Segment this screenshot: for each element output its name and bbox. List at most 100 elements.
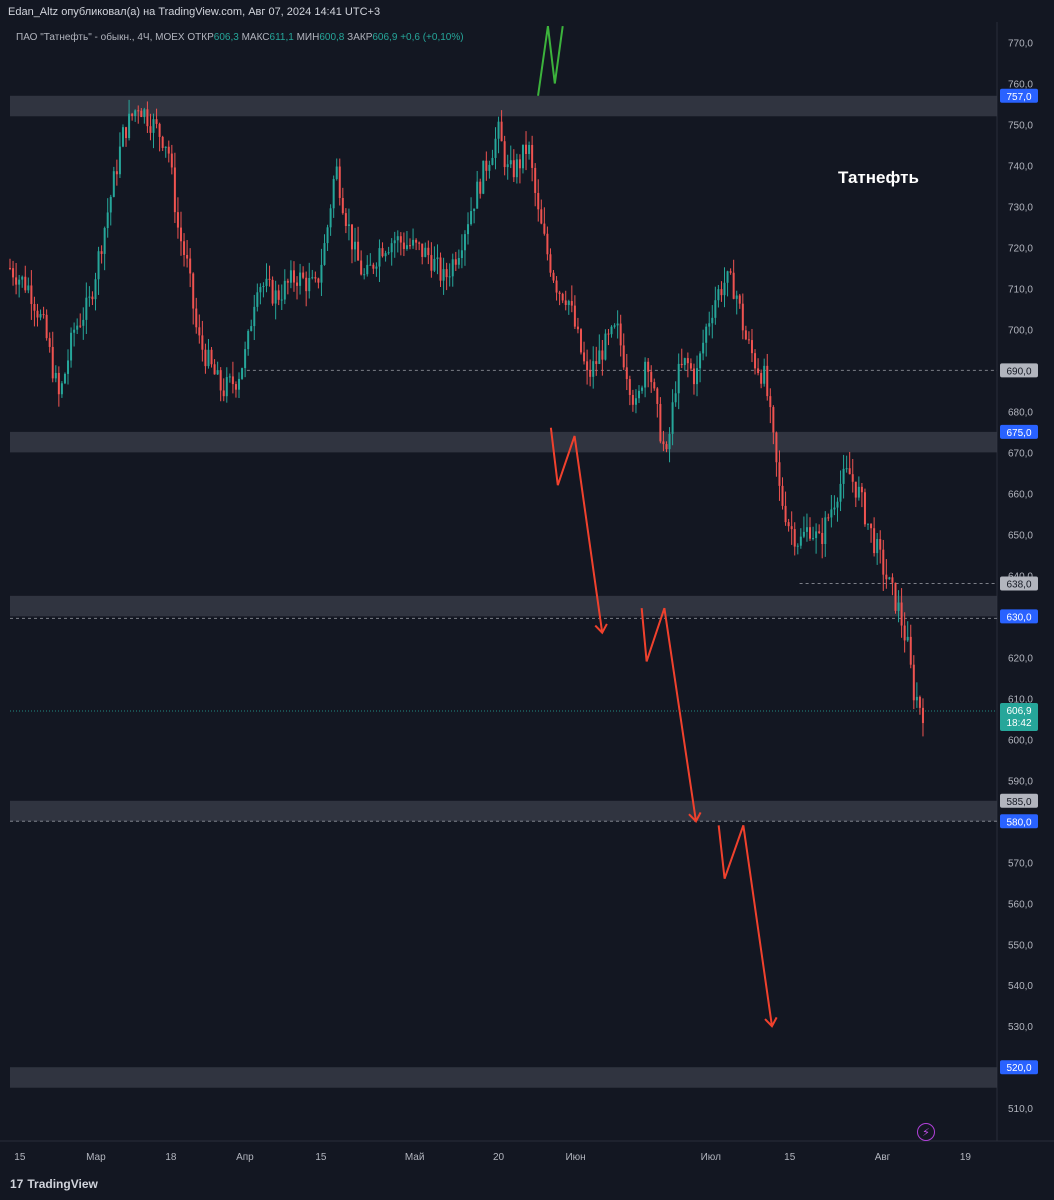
candle-body	[912, 664, 915, 701]
candle-body	[63, 373, 66, 384]
candle-body	[366, 264, 369, 275]
candle-body	[445, 269, 448, 278]
candle-body	[598, 350, 601, 364]
candle-body	[280, 299, 283, 301]
candle-body	[531, 144, 534, 168]
candle-body	[326, 227, 329, 244]
candle-body	[302, 272, 305, 278]
candle-body	[15, 277, 18, 285]
candle-body	[375, 266, 378, 269]
candle-body	[665, 444, 668, 450]
candle-body	[537, 192, 540, 210]
zone-4	[10, 1067, 997, 1088]
candle-body	[231, 376, 234, 385]
candle-body	[85, 297, 88, 320]
candle-body	[347, 224, 350, 227]
candle-body	[512, 160, 515, 178]
candle-body	[656, 388, 659, 404]
candle-body	[534, 167, 537, 193]
price-chart[interactable]: 510,0 520,0 530,0 540,0 550,0 560,0 570,0 580,0…	[0, 22, 1054, 1170]
tv-logo-icon: 17	[10, 1177, 24, 1191]
candle-body	[283, 280, 286, 300]
candle-body	[662, 441, 665, 445]
tradingview-logo[interactable]: 17 TradingView	[10, 1177, 98, 1191]
candle-body	[179, 227, 182, 242]
candle-body	[671, 402, 674, 434]
candle-body	[714, 300, 717, 318]
candle-body	[488, 164, 491, 171]
candle-body	[830, 509, 833, 518]
candle-body	[408, 245, 411, 247]
candle-body	[176, 212, 179, 228]
level-label-text: 638,0	[1006, 580, 1031, 591]
candle-body	[222, 390, 225, 397]
current-price-text: 606,9	[1006, 706, 1031, 717]
candle-body	[39, 314, 42, 318]
candle-body	[870, 523, 873, 529]
candle-body	[97, 251, 100, 280]
candle-body	[299, 272, 302, 286]
candle-body	[842, 468, 845, 484]
candle-body	[674, 393, 677, 403]
candle-body	[543, 223, 546, 234]
candle-body	[815, 531, 818, 539]
candle-body	[198, 327, 201, 336]
candle-body	[250, 326, 253, 331]
candle-body	[634, 398, 637, 405]
legend-change: +0,6 (+0,10%)	[400, 32, 464, 43]
candle-body	[778, 462, 781, 486]
candle-body	[241, 368, 244, 379]
annotation-title: Татнефть	[838, 168, 919, 187]
candle-body	[854, 481, 857, 498]
candle-body	[234, 384, 237, 390]
candle-body	[57, 372, 60, 395]
candle-body	[433, 258, 436, 271]
candle-body	[149, 126, 152, 133]
candle-body	[586, 361, 589, 371]
candle-body	[528, 144, 531, 154]
candle-body	[54, 372, 57, 379]
candle-body	[390, 243, 393, 253]
candle-body	[296, 282, 299, 286]
candle-body	[36, 310, 39, 318]
lightning-icon[interactable]: ⚡	[917, 1123, 935, 1141]
candle-body	[350, 224, 353, 250]
candle-body	[118, 146, 121, 175]
candle-body	[921, 707, 924, 724]
candle-body	[454, 259, 457, 265]
candle-body	[418, 242, 421, 244]
projection-arrow-red-1	[640, 607, 697, 822]
candle-body	[427, 247, 430, 256]
candle-body	[82, 319, 85, 326]
candle-body	[277, 290, 280, 300]
candle-body	[876, 539, 879, 554]
candle-body	[515, 159, 518, 178]
candle-body	[509, 160, 512, 165]
candle-body	[467, 224, 470, 235]
candle-body	[259, 287, 262, 293]
candle-body	[607, 333, 610, 335]
y-tick-label: 510,0	[1008, 1104, 1033, 1115]
candle-body	[372, 264, 375, 269]
projection-arrow-red-2	[717, 825, 773, 1027]
candle-body	[906, 636, 909, 641]
y-tick-label: 700,0	[1008, 325, 1033, 336]
symbol-legend: ПАО "Татнефть" - обыкн., 4Ч, MOEX ОТКР60…	[16, 32, 464, 43]
candle-body	[146, 109, 149, 127]
legend-high-value: 611,1	[269, 32, 294, 43]
legend-low-value: 600,8	[319, 32, 345, 43]
candle-body	[604, 333, 607, 360]
candle-body	[689, 363, 692, 369]
candle-body	[561, 293, 564, 301]
candle-body	[317, 278, 320, 283]
candle-body	[109, 196, 112, 213]
candle-body	[45, 314, 48, 339]
candle-body	[405, 245, 408, 249]
y-tick-label: 650,0	[1008, 530, 1033, 541]
candle-body	[668, 433, 671, 450]
candle-body	[796, 545, 799, 547]
candle-body	[439, 257, 442, 281]
candle-body	[247, 330, 250, 350]
candle-body	[754, 353, 757, 369]
candle-body	[24, 276, 27, 291]
